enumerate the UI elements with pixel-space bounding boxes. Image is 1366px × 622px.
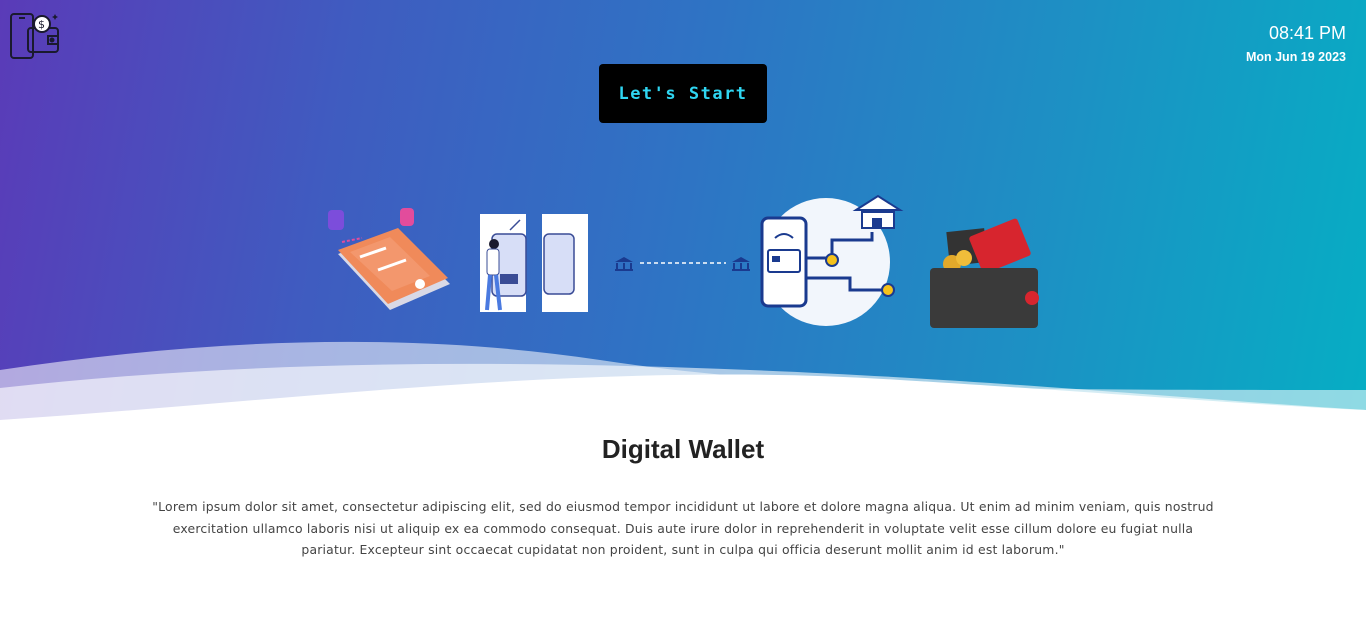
description-text: "Lorem ipsum dolor sit amet, consectetur…	[152, 499, 1214, 557]
person-phone-icon	[480, 214, 588, 312]
wallet-card-icon	[930, 218, 1039, 328]
lets-start-button[interactable]: Let's Start	[599, 64, 767, 123]
wallet-phone-icon[interactable]: $	[8, 10, 62, 62]
page-title: Digital Wallet	[601, 434, 765, 464]
svg-text:$: $	[38, 18, 45, 31]
hero-banner: $ 08:41 PM Mon Jun 19 2023 Let's Start	[0, 0, 1366, 430]
wave-divider	[0, 341, 1366, 430]
mobile-bank-icon	[760, 194, 904, 326]
clock: 08:41 PM Mon Jun 19 2023	[1246, 22, 1346, 64]
clock-date: Mon Jun 19 2023	[1245, 50, 1346, 64]
clock-time: 08:41 PM	[1268, 23, 1346, 43]
bank-transfer-icon	[615, 257, 750, 271]
payment-phone-icon	[328, 208, 450, 310]
hero-illustration	[328, 194, 1039, 328]
